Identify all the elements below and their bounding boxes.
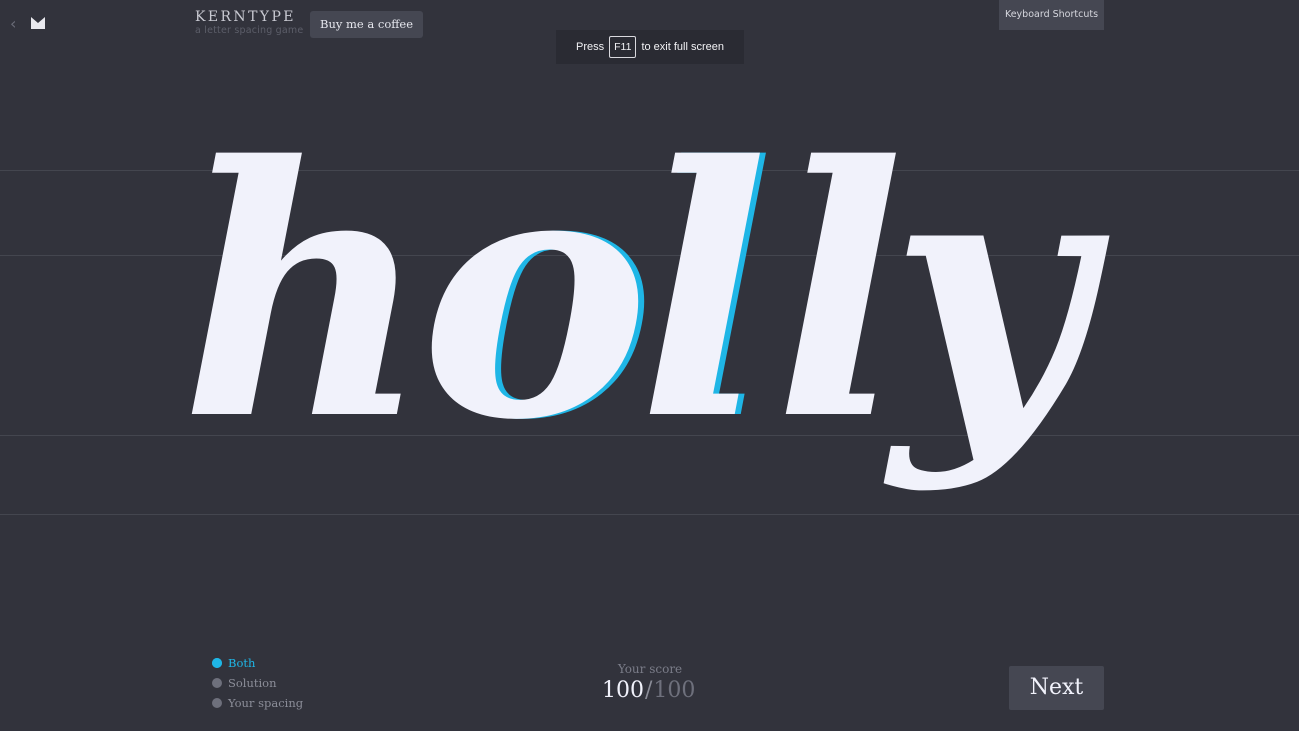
brand-subtitle: a letter spacing game	[195, 25, 304, 36]
brand[interactable]: KERNTYPE a letter spacing game	[195, 9, 303, 37]
next-button[interactable]: Next	[1009, 666, 1104, 710]
view-option-solution[interactable]: Solution	[212, 676, 277, 690]
score-separator: /	[645, 678, 653, 703]
score-value: 100	[602, 678, 644, 703]
back-chevron-icon[interactable]: ‹	[10, 14, 26, 34]
letter-y[interactable]: y	[890, 122, 1090, 466]
buy-coffee-button[interactable]: Buy me a coffee	[310, 11, 424, 38]
score-max: 100	[653, 678, 696, 703]
score-label: Your score	[617, 662, 683, 676]
letter-o[interactable]: o	[420, 122, 649, 466]
view-option-label: Both	[228, 656, 256, 670]
radio-both[interactable]	[212, 658, 222, 668]
keyboard-shortcuts-label: Keyboard Shortcuts	[1004, 9, 1099, 20]
radio-solution[interactable]	[212, 678, 222, 688]
word-stage: o l h o l l y	[0, 122, 1299, 530]
method-logo-icon[interactable]	[31, 17, 45, 29]
letter-l[interactable]: l	[638, 122, 769, 466]
fullscreen-notice: Press F11 to exit full screen	[556, 30, 744, 64]
fullscreen-notice-after: to exit full screen	[641, 41, 724, 53]
letter-h[interactable]: h	[180, 122, 430, 466]
f11-key: F11	[609, 36, 637, 58]
view-option-both[interactable]: Both	[212, 656, 255, 670]
fullscreen-notice-before: Press	[576, 41, 605, 53]
keyboard-shortcuts-button[interactable]: Keyboard Shortcuts	[999, 0, 1104, 30]
game-screen: ‹ KERNTYPE a letter spacing game Buy me …	[0, 0, 1299, 731]
view-option-label: Your spacing	[228, 696, 304, 710]
letter-l[interactable]: l	[774, 122, 905, 466]
view-option-your-spacing[interactable]: Your spacing	[212, 696, 303, 710]
brand-title: KERNTYPE	[195, 9, 296, 25]
view-option-label: Solution	[228, 676, 277, 690]
radio-your-spacing[interactable]	[212, 698, 222, 708]
score-display: 100 / 100	[602, 677, 695, 705]
